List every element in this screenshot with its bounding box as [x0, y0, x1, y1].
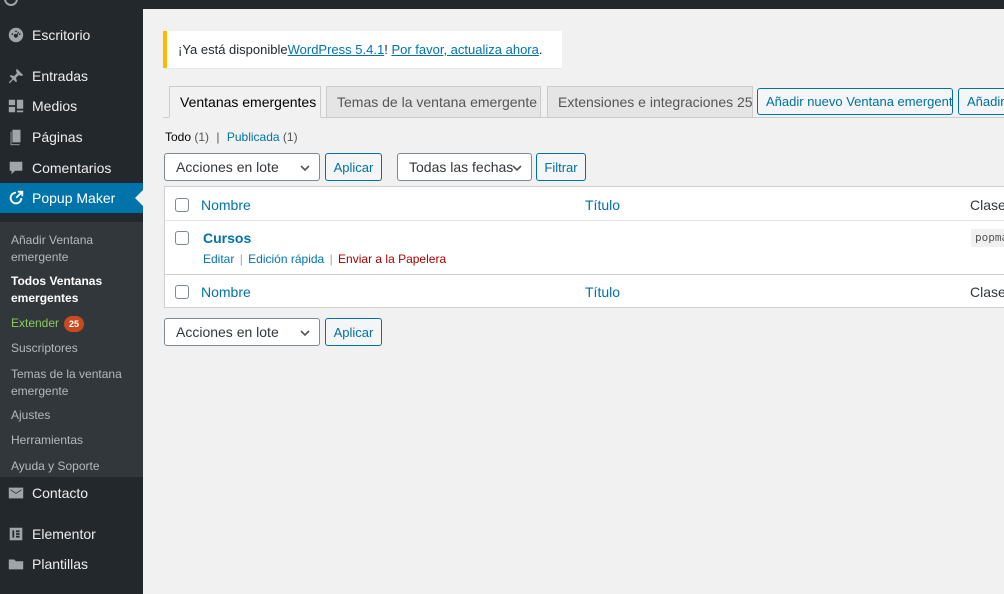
sidebar-item-paginas[interactable]: Páginas [0, 122, 143, 152]
filter-separator: | [216, 130, 220, 144]
apply-button-bottom[interactable]: Aplicar [325, 318, 382, 346]
submenu-extend-label: Extender [11, 316, 60, 330]
action-separator: | [239, 252, 243, 266]
current-menu-arrow [135, 190, 143, 206]
chevron-down-icon [299, 326, 311, 338]
folder-icon [0, 555, 32, 573]
edit-link[interactable]: Editar [203, 252, 234, 266]
filter-button[interactable]: Filtrar [536, 153, 586, 181]
sidebar-item-label: Entradas [32, 68, 89, 84]
sidebar-item-contacto[interactable]: Contacto [0, 478, 143, 508]
date-filter-value: Todas las fechas [409, 159, 514, 175]
sidebar-item-label: Plantillas [32, 556, 89, 572]
chevron-down-icon [511, 161, 523, 173]
sidebar-item-label: Comentarios [32, 160, 112, 176]
quick-edit-link[interactable]: Edición rápida [248, 252, 324, 266]
action-separator: | [329, 252, 333, 266]
submenu-themes[interactable]: Temas de la ventana emergente [11, 366, 136, 400]
column-header-title[interactable]: Título [585, 197, 620, 213]
submenu-tools[interactable]: Herramientas [11, 432, 136, 449]
update-now-link[interactable]: Por favor, actualiza ahora [391, 42, 538, 57]
select-all-checkbox[interactable] [175, 198, 189, 212]
bulk-actions-select-bottom[interactable]: Acciones en lote [164, 318, 320, 346]
extend-count-badge: 25 [64, 315, 85, 332]
notice-suffix: . [538, 42, 543, 57]
submenu-add-new[interactable]: Añadir Ventana emergente [11, 232, 136, 266]
apply-button-top[interactable]: Aplicar [325, 153, 382, 181]
sidebar-item-label: Medios [32, 98, 78, 114]
footer-divider [165, 274, 1004, 275]
admin-bar [0, 0, 1004, 9]
update-notice: ¡Ya está disponible WordPress 5.4.1 ! Po… [163, 31, 562, 68]
bulk-actions-select-top[interactable]: Acciones en lote [164, 153, 320, 181]
filter-published-count: (1) [282, 130, 298, 144]
sidebar-item-comentarios[interactable]: Comentarios [0, 153, 143, 183]
elementor-icon [0, 525, 32, 543]
dashboard-icon [0, 26, 32, 44]
media-icon [0, 97, 32, 115]
popups-table: Nombre Título Clases Cursos Editar | Edi… [164, 186, 1004, 308]
date-filter-select[interactable]: Todas las fechas [397, 153, 532, 181]
chevron-down-icon [299, 161, 311, 173]
column-header-name[interactable]: Nombre [201, 197, 251, 213]
submenu-help[interactable]: Ayuda y Soporte [11, 458, 136, 475]
sidebar-item-label: Escritorio [32, 27, 91, 43]
mail-icon [0, 484, 32, 502]
tab-popup-themes[interactable]: Temas de la ventana emergente [326, 86, 541, 118]
row-checkbox[interactable] [175, 231, 189, 245]
header-divider [165, 220, 1004, 221]
pin-icon [0, 67, 32, 85]
sidebar-item-entradas[interactable]: Entradas [0, 61, 143, 91]
wordpress-version-link[interactable]: WordPress 5.4.1 [288, 42, 385, 57]
comment-icon [0, 159, 32, 177]
column-header-classes: Clases [970, 197, 1004, 213]
sidebar-item-label: Contacto [32, 485, 89, 501]
sidebar-item-popup-maker[interactable]: Popup Maker [0, 183, 143, 213]
sidebar-item-label: Elementor [32, 526, 96, 542]
bulk-actions-value: Acciones en lote [176, 159, 279, 175]
admin-sidebar: Escritorio Entradas Medios Páginas Comen… [0, 9, 143, 594]
filter-published-link[interactable]: Publicada [227, 130, 280, 144]
notice-middle: ! [384, 42, 392, 57]
column-footer-classes: Clases [970, 284, 1004, 300]
sidebar-item-label: Páginas [32, 129, 83, 145]
select-all-checkbox-footer[interactable] [175, 285, 189, 299]
add-new-popup-button[interactable]: Añadir nuevo Ventana emergente [757, 88, 953, 115]
sidebar-item-escritorio[interactable]: Escritorio [0, 20, 143, 50]
trash-link[interactable]: Enviar a la Papelera [338, 252, 446, 266]
submenu-subscribers[interactable]: Suscriptores [11, 340, 136, 357]
row-actions: Editar | Edición rápida | Enviar a la Pa… [203, 252, 446, 266]
popup-class-code: popmake [971, 229, 1004, 247]
sidebar-item-plantillas[interactable]: Plantillas [0, 549, 143, 579]
column-footer-name[interactable]: Nombre [201, 284, 251, 300]
tab-extensions[interactable]: Extensiones e integraciones 25 [547, 86, 753, 118]
tab-popups[interactable]: Ventanas emergentes [169, 86, 321, 118]
add-new-theme-button[interactable]: Añadir [958, 88, 1004, 115]
row-title-link[interactable]: Cursos [203, 230, 251, 246]
bulk-actions-value: Acciones en lote [176, 324, 279, 340]
sidebar-item-medios[interactable]: Medios [0, 91, 143, 121]
filter-all-link[interactable]: Todo [165, 130, 191, 144]
submenu-extend[interactable]: Extender 25 [11, 315, 136, 332]
status-filter: Todo (1) | Publicada (1) [165, 130, 298, 144]
popup-maker-icon [0, 189, 32, 207]
column-footer-title[interactable]: Título [585, 284, 620, 300]
submenu-settings[interactable]: Ajustes [11, 407, 136, 424]
wordpress-logo-icon[interactable] [4, 0, 18, 6]
submenu-all-popups[interactable]: Todos Ventanas emergentes [11, 273, 136, 307]
filter-all-count: (1) [194, 130, 210, 144]
popup-maker-submenu: Añadir Ventana emergente Todos Ventanas … [0, 222, 143, 477]
sidebar-item-label: Popup Maker [32, 190, 116, 206]
pages-icon [0, 128, 32, 146]
sidebar-item-elementor[interactable]: Elementor [0, 519, 143, 549]
notice-prefix: ¡Ya está disponible [178, 42, 288, 57]
